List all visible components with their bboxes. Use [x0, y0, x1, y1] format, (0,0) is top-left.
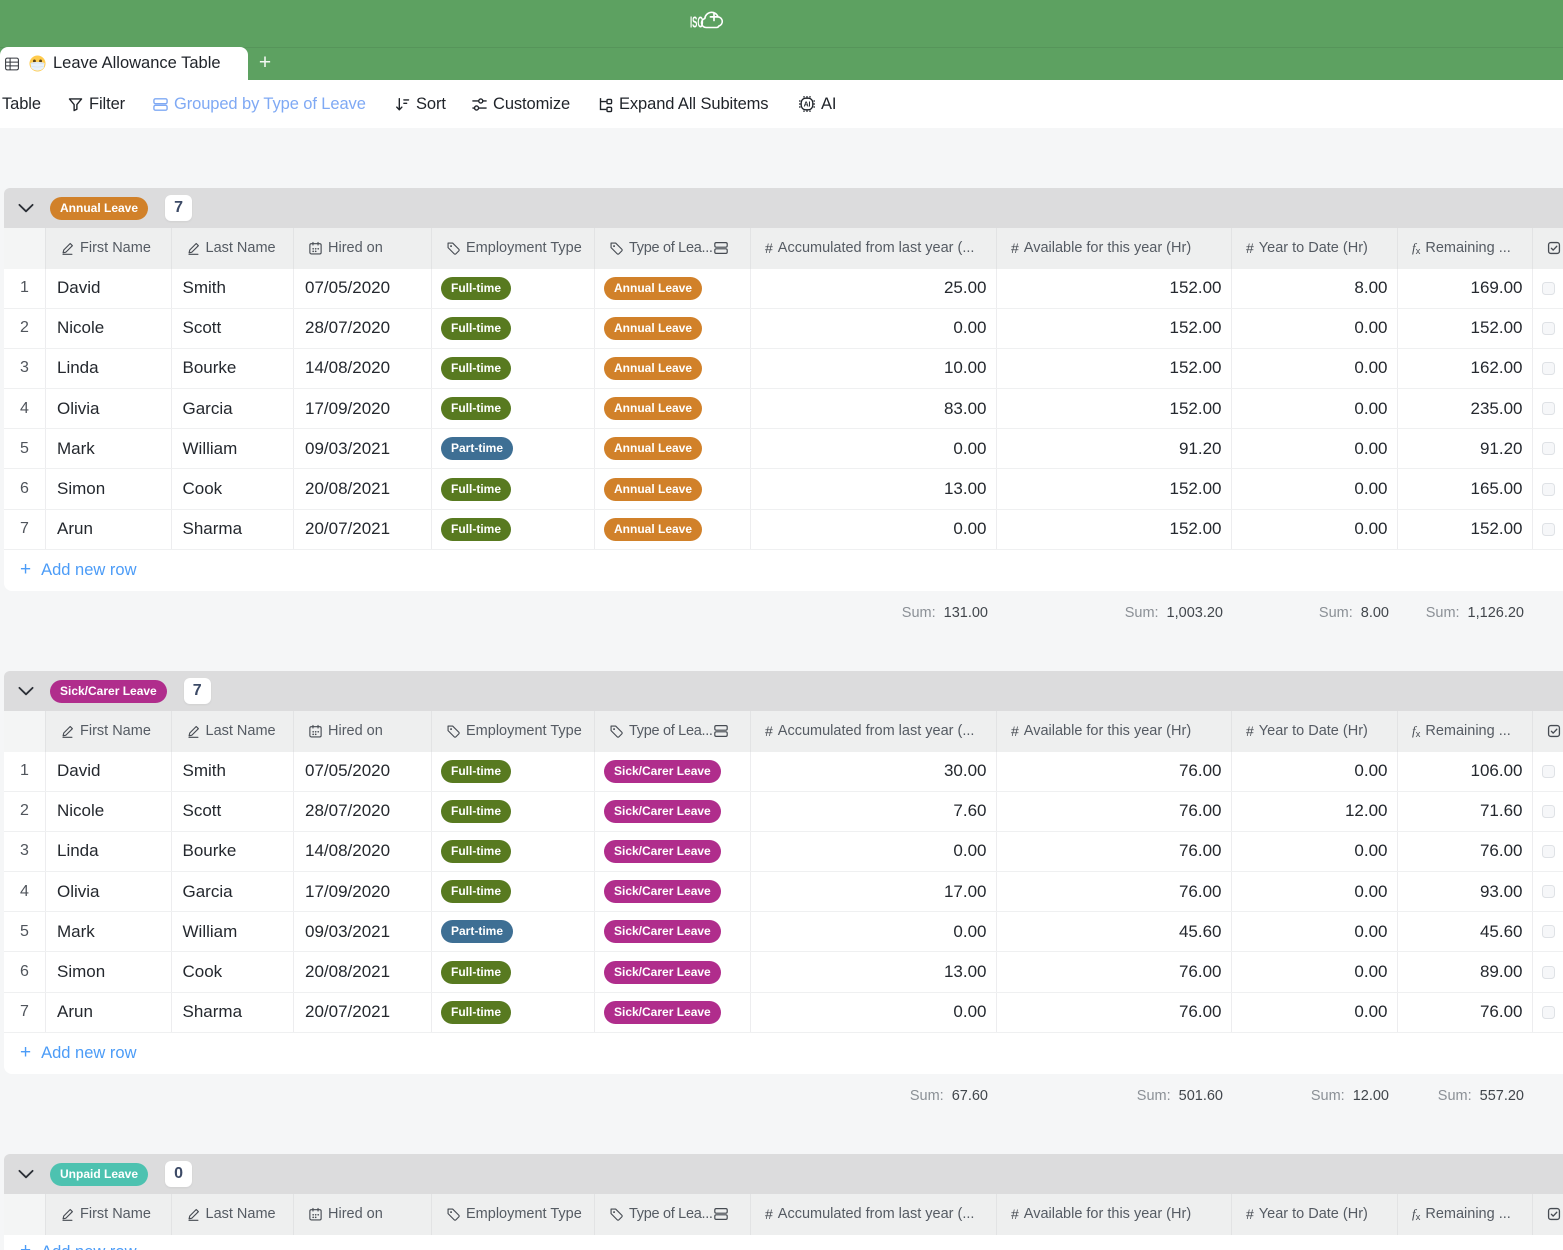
svg-text:AI: AI [804, 102, 811, 109]
